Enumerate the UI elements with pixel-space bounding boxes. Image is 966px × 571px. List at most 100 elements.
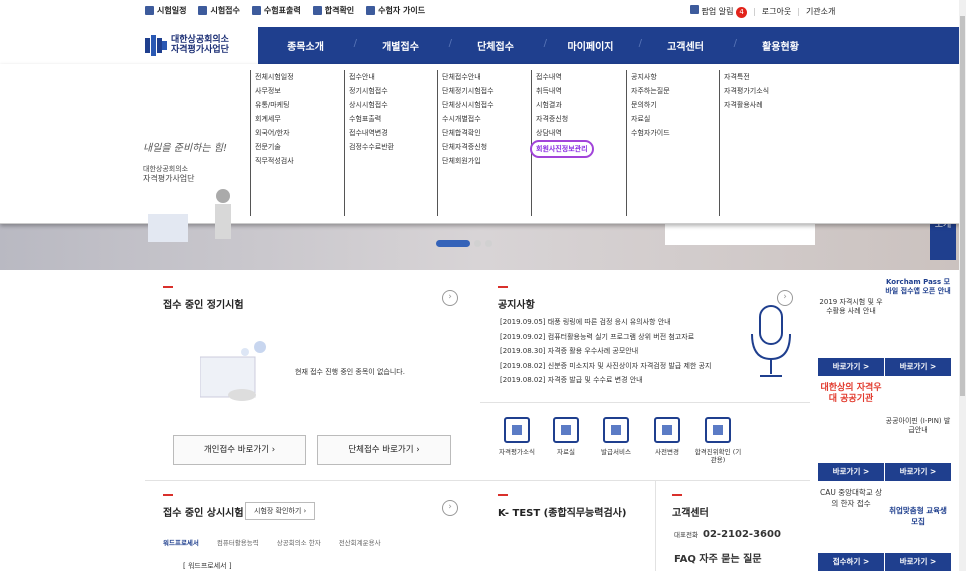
notice-item[interactable]: [2019.09.02] 컴퓨터활용능력 실기 프로그램 상위 버전 첨고자료 — [500, 330, 711, 345]
menu-item[interactable]: 접수안내 — [349, 70, 394, 84]
scrollbar-thumb[interactable] — [960, 16, 965, 396]
menu-item[interactable]: 상시시험접수 — [349, 98, 394, 112]
side-go-button[interactable]: 바로가기 > — [885, 553, 951, 571]
side-banner-public[interactable]: 대한상의 자격우대 공공기관 바로가기 > — [818, 379, 884, 481]
menu-item[interactable]: 회계세무 — [255, 112, 294, 126]
menu-item[interactable]: 단체정기시험접수 — [442, 84, 494, 98]
nav-item-intro[interactable]: 종목소개 — [258, 38, 357, 53]
menu-item[interactable]: 수시개별접수 — [442, 112, 494, 126]
notice-item[interactable]: [2019.08.30] 자격증 활용 우수사례 공모안내 — [500, 344, 711, 359]
menu-item[interactable]: 단체상시시험접수 — [442, 98, 494, 112]
change-icon — [654, 417, 680, 443]
side-banner-cau[interactable]: CAU 중앙대학교 상의 한자 접수 접수하기 > — [818, 477, 884, 571]
notice-item[interactable]: [2019.08.02] 신분증 미소지자 및 사진상이자 자격검정 발급 제한… — [500, 359, 711, 374]
cs-phone-label: 대표전화 — [674, 531, 698, 539]
util-pass[interactable]: 합격확인 — [312, 5, 354, 16]
menu-item[interactable]: 직무적성검사 — [255, 154, 294, 168]
menu-item[interactable]: 접수내역변경 — [349, 126, 394, 140]
nav-item-usage[interactable]: 활용현황 — [733, 38, 828, 53]
promo-person-icon — [148, 189, 231, 242]
popup-alert[interactable]: 팝업 알림 4 — [690, 5, 748, 18]
ondemand-card: 접수 중인 상시시험 시험장 확인하기 › › — [145, 482, 470, 571]
nav-item-support[interactable]: 고객센터 — [638, 38, 737, 53]
carousel-dot[interactable] — [485, 240, 492, 247]
menu-item[interactable]: 자격특전 — [724, 70, 769, 84]
menu-item[interactable]: 자격증신청 — [536, 112, 594, 126]
mega-menu: 내일을 준비하는 힘! 대한상공회의소 자격평가사업단 전체시험일정 사무정보 유통… — [0, 64, 960, 242]
notice-title: 공지사항 — [498, 300, 535, 311]
tab-hanja[interactable]: 상공회의소 한자 — [277, 537, 321, 547]
menu-item[interactable]: 유통/마케팅 — [255, 98, 294, 112]
regular-more-icon[interactable]: › — [442, 290, 458, 306]
menu-item[interactable]: 시험결과 — [536, 98, 594, 112]
menu-item[interactable]: 자주하는질문 — [631, 84, 670, 98]
menu-item[interactable]: 접수내역 — [536, 70, 594, 84]
menu-item[interactable]: 수험자가이드 — [631, 126, 670, 140]
util-ticket[interactable]: 수험표출력 — [251, 5, 301, 16]
menu-item[interactable]: 문의하기 — [631, 98, 670, 112]
svc-news[interactable]: 자격평가소식 — [495, 417, 539, 456]
side-go-button[interactable]: 바로가기 > — [885, 358, 951, 376]
nav-item-group[interactable]: 단체접수 — [448, 38, 547, 53]
menu-item[interactable]: 단체접수안내 — [442, 70, 494, 84]
ondemand-title: 접수 중인 상시시험 — [163, 508, 244, 519]
menu-item[interactable]: 공지사항 — [631, 70, 670, 84]
menu-item[interactable]: 정기시험접수 — [349, 84, 394, 98]
svc-verify[interactable]: 합격진위확인 (기관용) — [694, 417, 742, 464]
scrollbar[interactable] — [959, 0, 966, 571]
nav-item-mypage[interactable]: 마이페이지 — [543, 38, 643, 53]
regular-exam-card: 접수 중인 정기시험 › 현재 접수 진행 중인 종목이 없습니다. 개인접수 … — [145, 272, 470, 472]
side-banner-ipin[interactable]: 공공아이핀 (I-PIN) 발급안내 바로가기 > — [885, 379, 951, 481]
menu-item[interactable]: 상담내역 — [536, 126, 594, 140]
nav-item-individual[interactable]: 개별접수 — [353, 38, 452, 53]
side-go-button[interactable]: 바로가기 > — [818, 358, 884, 376]
util-apply[interactable]: 시험접수 — [198, 5, 240, 16]
side-banner-korcham[interactable]: Korcham Pass 모바일 접수앱 오픈 안내 바로가기 > — [885, 274, 951, 376]
logo-line1: 대한상공회의소 — [171, 35, 229, 45]
menu-item[interactable]: 외국어/한자 — [255, 126, 294, 140]
side-apply-button[interactable]: 접수하기 > — [818, 553, 884, 571]
notice-item[interactable]: [2019.09.05] 태풍 링링에 따른 검정 응시 유의사항 안내 — [500, 315, 711, 330]
ktest-title[interactable]: K- TEST (종합직무능력검사) — [498, 504, 626, 519]
carousel-dot-active[interactable] — [436, 240, 470, 247]
logo[interactable]: 대한상공회의소 자격평가사업단 — [0, 27, 258, 64]
menu-item[interactable]: 자료실 — [631, 112, 670, 126]
menu-item[interactable]: 사무정보 — [255, 84, 294, 98]
carousel-dot[interactable] — [474, 240, 481, 247]
menu-item[interactable]: 단체합격확인 — [442, 126, 494, 140]
menu-item[interactable]: 취득내역 — [536, 84, 594, 98]
ondemand-more-icon[interactable]: › — [442, 500, 458, 516]
menu-item[interactable]: 전체시험일정 — [255, 70, 294, 84]
menu-item[interactable]: 검정수수료반환 — [349, 140, 394, 154]
side-banner-edu[interactable]: 취업맞춤형 교육생 모집 바로가기 > — [885, 477, 951, 571]
menu-item[interactable]: 전문기술 — [255, 140, 294, 154]
menu-item[interactable]: 단체회원가입 — [442, 154, 494, 168]
menu-col-6: 자격특전 자격평가기소식 자격활용사례 — [719, 70, 769, 216]
util-schedule[interactable]: 시험일정 — [145, 5, 186, 16]
promo-illustration: 내일을 준비하는 힘! 대한상공회의소 자격평가사업단 — [143, 144, 243, 247]
agency-link[interactable]: 기관소개 — [806, 6, 835, 17]
svc-issue[interactable]: 발급서비스 — [594, 417, 638, 456]
svc-library[interactable]: 자료실 — [544, 417, 588, 456]
faq-link[interactable]: FAQ 자주 묻는 질문 — [674, 550, 762, 565]
side-banner-2019[interactable]: 2019 자격시험 및 우수활용 사례 안내 바로가기 > — [818, 274, 884, 376]
tab-accounting[interactable]: 전산회계운용사 — [339, 537, 381, 547]
tab-computer[interactable]: 컴퓨터활용능력 — [217, 537, 259, 547]
tab-word[interactable]: 워드프로세서 — [163, 537, 199, 547]
menu-col-5: 공지사항 자주하는질문 문의하기 자료실 수험자가이드 — [626, 70, 670, 216]
group-apply-button[interactable]: 단체접수 바로가기 › — [317, 435, 451, 465]
menu-item-member-photo[interactable]: 회원사진정보관리 — [530, 140, 594, 158]
menu-item[interactable]: 자격평가기소식 — [724, 84, 769, 98]
logout-link[interactable]: 로그아웃 — [762, 6, 791, 17]
menu-item[interactable]: 단체자격증신청 — [442, 140, 494, 154]
notice-list: [2019.09.05] 태풍 링링에 따른 검정 응시 유의사항 안내 [20… — [500, 315, 711, 388]
check-venue-button[interactable]: 시험장 확인하기 › — [245, 502, 316, 520]
utility-bar: 시험일정 시험접수 수험표출력 합격확인 수험자 가이드 팝업 알림 4 | 로… — [0, 0, 966, 26]
personal-apply-button[interactable]: 개인접수 바로가기 › — [173, 435, 306, 465]
menu-item[interactable]: 자격활용사례 — [724, 98, 769, 112]
menu-item[interactable]: 수험표출력 — [349, 112, 394, 126]
svc-change[interactable]: 사전변경 — [645, 417, 689, 456]
util-guide[interactable]: 수험자 가이드 — [366, 5, 425, 16]
carousel-dots[interactable] — [436, 240, 492, 247]
notice-item[interactable]: [2019.08.02] 자격증 발급 및 수수료 변경 안내 — [500, 373, 711, 388]
